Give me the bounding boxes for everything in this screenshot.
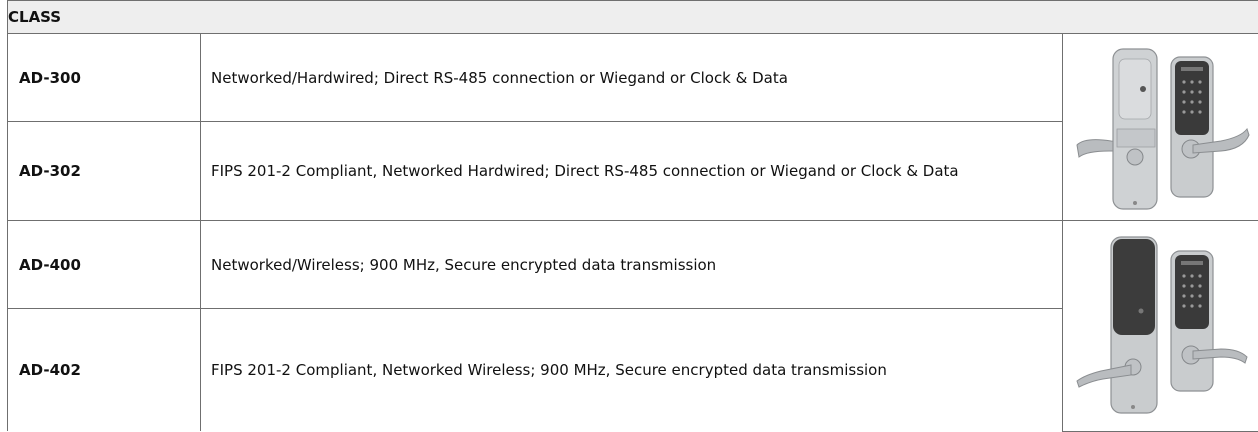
table-row: AD-300 Networked/Hardwired; Direct RS-48… <box>8 34 1258 122</box>
class-cell: AD-400 <box>8 221 201 309</box>
description-cell: FIPS 201-2 Compliant, Networked Wireless… <box>201 309 1063 432</box>
wireless-lock-image-cell <box>1063 221 1258 432</box>
hardwired-lock-image-cell <box>1063 34 1258 221</box>
description-cell: FIPS 201-2 Compliant, Networked Hardwire… <box>201 122 1063 221</box>
wireless-lock-image <box>1071 231 1251 421</box>
product-class-table: CLASS AD-300 Networked/Hardwired; Direct… <box>7 0 1258 432</box>
table-row: AD-400 Networked/Wireless; 900 MHz, Secu… <box>8 221 1258 309</box>
description-cell: Networked/Wireless; 900 MHz, Secure encr… <box>201 221 1063 309</box>
class-cell: AD-402 <box>8 309 201 432</box>
class-cell: AD-300 <box>8 34 201 122</box>
hardwired-lock-image <box>1071 37 1251 217</box>
class-cell: AD-302 <box>8 122 201 221</box>
class-header: CLASS <box>8 1 1258 34</box>
table-header-row: CLASS <box>8 1 1258 34</box>
description-cell: Networked/Hardwired; Direct RS-485 conne… <box>201 34 1063 122</box>
